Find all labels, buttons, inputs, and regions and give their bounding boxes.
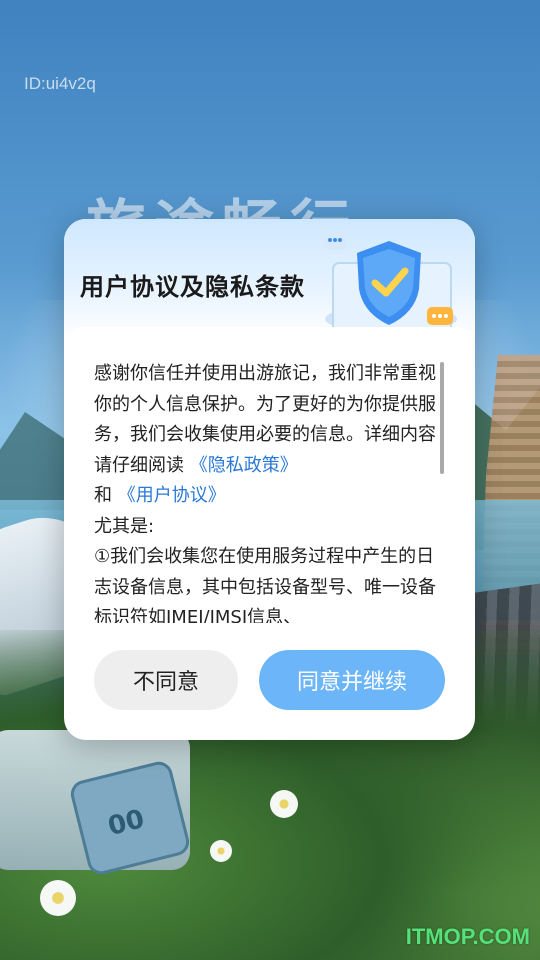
agreement-conjunction: 和 [94, 485, 112, 506]
agreement-especially: 尤其是: [94, 515, 155, 537]
site-watermark: ITMOP.COM [405, 924, 530, 949]
agreement-text[interactable]: 感谢你信任并使用出游旅记，我们非常重视你的个人信息保护。为了更好的为你提供服务，… [94, 359, 436, 623]
flower-icon [40, 880, 76, 916]
header-divider [64, 327, 475, 347]
disagree-button[interactable]: 不同意 [94, 650, 238, 710]
privacy-policy-link[interactable]: 《隐私政策》 [190, 455, 298, 476]
luggage-tag-text: 00 [105, 804, 148, 842]
flower-icon [210, 840, 232, 862]
dialog-title: 用户协议及隐私条款 [80, 273, 305, 301]
shield-check-icon [319, 227, 461, 337]
user-agreement-link[interactable]: 《用户协议》 [118, 485, 226, 506]
debug-id-label: ID:ui4v2q [24, 74, 96, 93]
agree-continue-button[interactable]: 同意并继续 [259, 650, 445, 710]
agreement-item-1: ①我们会收集您在使用服务过程中产生的日志设备信息，其中包括设备型号、唯一设备标识… [94, 546, 436, 623]
dialog-header: 用户协议及隐私条款 [64, 219, 475, 339]
privacy-dialog: 用户协议及隐私条款 感谢你信任并使用出游旅记，我们非常重视你的个人信息保护。为了… [64, 219, 475, 740]
agreement-paragraph: 感谢你信任并使用出游旅记，我们非常重视你的个人信息保护。为了更好的为你提供服务，… [94, 359, 436, 512]
flower-icon [270, 790, 298, 818]
agreement-scrollbar[interactable] [440, 362, 444, 474]
